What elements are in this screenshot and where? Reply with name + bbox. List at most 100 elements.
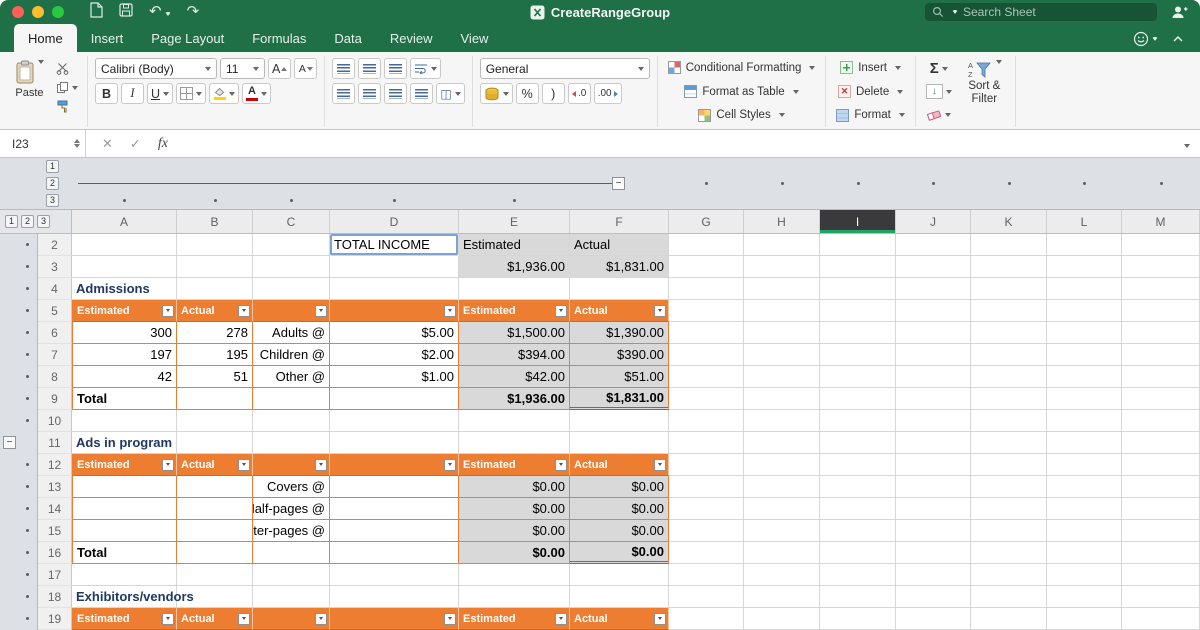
cell-E15[interactable]: $0.00: [459, 520, 570, 542]
cancel-icon[interactable]: ✕: [102, 136, 113, 152]
cell-B7[interactable]: 195: [177, 344, 253, 366]
cell-A6[interactable]: 300: [72, 322, 177, 344]
cell-H16[interactable]: [744, 542, 820, 564]
cell-E18[interactable]: [459, 586, 570, 608]
cell-D3[interactable]: [330, 256, 459, 278]
cell-M11[interactable]: [1122, 432, 1200, 454]
cell-G13[interactable]: [669, 476, 744, 498]
cell-I19[interactable]: [820, 608, 896, 630]
cell-C7[interactable]: Children @: [253, 344, 330, 366]
cell-D6[interactable]: $5.00: [330, 322, 459, 344]
number-format-select[interactable]: General: [480, 58, 650, 79]
cell-F2[interactable]: Actual: [570, 234, 669, 256]
cell-B5[interactable]: Actual: [177, 300, 253, 322]
cell-I10[interactable]: [820, 410, 896, 432]
paste-dropdown-caret[interactable]: [38, 60, 44, 64]
column-header-e[interactable]: E: [459, 210, 570, 233]
cell-D4[interactable]: [330, 278, 459, 300]
cell-F9[interactable]: $1,831.00: [570, 388, 669, 410]
cell-A3[interactable]: [72, 256, 177, 278]
cell-G9[interactable]: [669, 388, 744, 410]
cell-F16[interactable]: $0.00: [570, 542, 669, 564]
cell-K13[interactable]: [971, 476, 1047, 498]
cell-L12[interactable]: [1047, 454, 1122, 476]
cell-G2[interactable]: [669, 234, 744, 256]
cell-G5[interactable]: [669, 300, 744, 322]
cell-H14[interactable]: [744, 498, 820, 520]
cell-G3[interactable]: [669, 256, 744, 278]
cell-F7[interactable]: $390.00: [570, 344, 669, 366]
cell-I7[interactable]: [820, 344, 896, 366]
cell-G12[interactable]: [669, 454, 744, 476]
row-header-11[interactable]: 11: [38, 432, 72, 454]
cell-G16[interactable]: [669, 542, 744, 564]
row-outline-level-1[interactable]: 1: [5, 215, 18, 228]
autosum-button[interactable]: Σ: [923, 58, 955, 79]
cell-D11[interactable]: [330, 432, 459, 454]
cell-C11[interactable]: [253, 432, 330, 454]
cell-M16[interactable]: [1122, 542, 1200, 564]
cell-L19[interactable]: [1047, 608, 1122, 630]
undo-dropdown-caret[interactable]: [165, 12, 171, 16]
minimize-window-button[interactable]: [32, 6, 44, 18]
cell-F8[interactable]: $51.00: [570, 366, 669, 388]
underline-button[interactable]: U: [147, 83, 173, 104]
cell-E2[interactable]: Estimated: [459, 234, 570, 256]
column-header-d[interactable]: D: [330, 210, 459, 233]
font-name-select[interactable]: Calibri (Body): [95, 58, 217, 79]
cell-A13[interactable]: [72, 476, 177, 498]
cell-K10[interactable]: [971, 410, 1047, 432]
cell-A15[interactable]: [72, 520, 177, 542]
cell-H18[interactable]: [744, 586, 820, 608]
increase-decimal-button[interactable]: .0: [568, 83, 591, 104]
cell-I13[interactable]: [820, 476, 896, 498]
insert-function-icon[interactable]: fx: [158, 136, 168, 152]
tab-review[interactable]: Review: [376, 24, 447, 52]
cell-C5[interactable]: [253, 300, 330, 322]
row-header-2[interactable]: 2: [38, 234, 72, 256]
column-header-i[interactable]: I: [820, 210, 896, 233]
cell-F18[interactable]: [570, 586, 669, 608]
cell-A19[interactable]: Estimated: [72, 608, 177, 630]
cell-K2[interactable]: [971, 234, 1047, 256]
cell-G6[interactable]: [669, 322, 744, 344]
cell-F11[interactable]: [570, 432, 669, 454]
cell-A10[interactable]: [72, 410, 177, 432]
cell-F4[interactable]: [570, 278, 669, 300]
cell-L3[interactable]: [1047, 256, 1122, 278]
cell-C18[interactable]: [253, 586, 330, 608]
cell-J14[interactable]: [896, 498, 971, 520]
cell-L11[interactable]: [1047, 432, 1122, 454]
cell-F15[interactable]: $0.00: [570, 520, 669, 542]
cell-H11[interactable]: [744, 432, 820, 454]
cell-F6[interactable]: $1,390.00: [570, 322, 669, 344]
cell-K15[interactable]: [971, 520, 1047, 542]
row-header-4[interactable]: 4: [38, 278, 72, 300]
cell-styles-button[interactable]: Cell Styles: [665, 105, 819, 125]
cell-F19[interactable]: Actual: [570, 608, 669, 630]
filter-dropdown-button[interactable]: [555, 305, 567, 317]
cell-L2[interactable]: [1047, 234, 1122, 256]
column-header-k[interactable]: K: [971, 210, 1047, 233]
merge-center-button[interactable]: ◫: [436, 83, 464, 104]
cell-E8[interactable]: $42.00: [459, 366, 570, 388]
column-outline-level-3[interactable]: 3: [46, 194, 59, 207]
share-button[interactable]: [1171, 5, 1188, 19]
cell-A9[interactable]: Total: [72, 388, 177, 410]
cell-I2[interactable]: [820, 234, 896, 256]
cell-J17[interactable]: [896, 564, 971, 586]
cell-I18[interactable]: [820, 586, 896, 608]
column-header-a[interactable]: A: [72, 210, 177, 233]
zoom-window-button[interactable]: [52, 6, 64, 18]
filter-dropdown-button[interactable]: [162, 459, 174, 471]
cell-K19[interactable]: [971, 608, 1047, 630]
row-header-12[interactable]: 12: [38, 454, 72, 476]
cell-C13[interactable]: Covers @: [253, 476, 330, 498]
cell-L9[interactable]: [1047, 388, 1122, 410]
cell-B10[interactable]: [177, 410, 253, 432]
increase-font-size-button[interactable]: A: [268, 58, 291, 79]
cell-L13[interactable]: [1047, 476, 1122, 498]
cell-K9[interactable]: [971, 388, 1047, 410]
filter-dropdown-button[interactable]: [654, 459, 666, 471]
cell-G10[interactable]: [669, 410, 744, 432]
